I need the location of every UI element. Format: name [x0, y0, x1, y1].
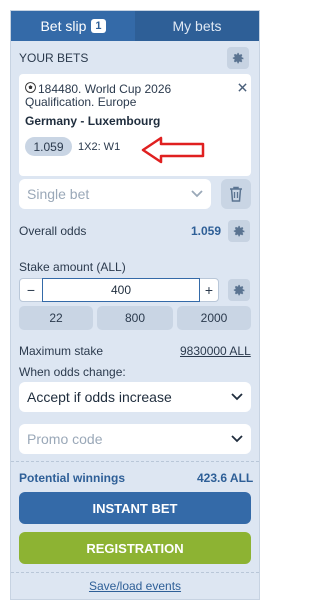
stake-preset-button[interactable]: 2000 [177, 306, 251, 330]
bet-type-select[interactable]: Single bet [19, 179, 211, 209]
odds-change-label: When odds change: [19, 365, 126, 379]
divider [11, 572, 259, 573]
bet-odds-pill: 1.059 [25, 137, 72, 156]
overall-odds-label: Overall odds [19, 224, 87, 238]
registration-button[interactable]: REGISTRATION [19, 532, 251, 564]
stake-preset-button[interactable]: 22 [19, 306, 93, 330]
potential-winnings-label: Potential winnings [19, 471, 126, 485]
max-stake-label: Maximum stake [19, 344, 104, 358]
instant-bet-button[interactable]: INSTANT BET [19, 492, 251, 524]
trash-icon [230, 186, 242, 202]
gear-icon [233, 284, 244, 295]
odds-change-value: Accept if odds increase [27, 389, 172, 405]
overall-odds-value: 1.059 [191, 224, 222, 238]
promo-code-field[interactable]: Promo code [19, 424, 251, 454]
stake-label: Stake amount (ALL) [19, 260, 126, 274]
bet-match: Germany - Luxembourg [25, 114, 161, 128]
bet-league-sub: Qualification. Europe [25, 95, 137, 109]
odds-settings-button[interactable] [228, 220, 250, 242]
bet-count-badge: 1 [91, 19, 106, 33]
chevron-down-icon [231, 435, 243, 443]
divider [11, 461, 259, 462]
promo-code-placeholder: Promo code [27, 431, 103, 447]
stake-settings-button[interactable] [228, 279, 250, 301]
your-bets-heading: YOUR BETS [19, 51, 89, 65]
bet-card: 184480. World Cup 2026 Qualification. Eu… [19, 74, 251, 176]
chevron-down-icon [191, 190, 203, 198]
chevron-down-icon [231, 393, 243, 401]
gear-icon [233, 225, 244, 236]
remove-bet-button[interactable] [235, 80, 249, 94]
tab-my-bets[interactable]: My bets [135, 11, 259, 41]
bet-type-value: Single bet [27, 186, 90, 202]
stake-input[interactable] [42, 278, 200, 302]
bet-league: 184480. World Cup 2026 [38, 82, 172, 96]
soccer-ball-icon [25, 82, 36, 96]
bet-market: 1X2: W1 [78, 141, 121, 153]
stake-preset-button[interactable]: 800 [97, 306, 173, 330]
odds-change-select[interactable]: Accept if odds increase [19, 382, 251, 412]
delete-bets-button[interactable] [221, 179, 251, 209]
gear-icon [232, 52, 243, 63]
settings-gear-button[interactable] [227, 47, 249, 69]
save-load-events-link[interactable]: Save/load events [11, 579, 259, 593]
bet-slip-panel: Bet slip 1 My bets YOUR BETS 184480. Wor… [10, 10, 260, 600]
max-stake-value[interactable]: 9830000 ALL [180, 344, 251, 358]
stake-stepper: − + [19, 278, 219, 302]
close-icon [237, 82, 247, 92]
annotation-arrow-icon [141, 136, 205, 164]
stake-minus-button[interactable]: − [20, 279, 42, 301]
tab-bet-slip[interactable]: Bet slip 1 [11, 11, 135, 41]
tab-bar: Bet slip 1 My bets [11, 11, 259, 41]
potential-winnings-value: 423.6 ALL [197, 471, 254, 485]
stake-plus-button[interactable]: + [200, 279, 218, 301]
tab-my-bets-label: My bets [172, 18, 222, 34]
tab-bet-slip-label: Bet slip [40, 18, 87, 34]
